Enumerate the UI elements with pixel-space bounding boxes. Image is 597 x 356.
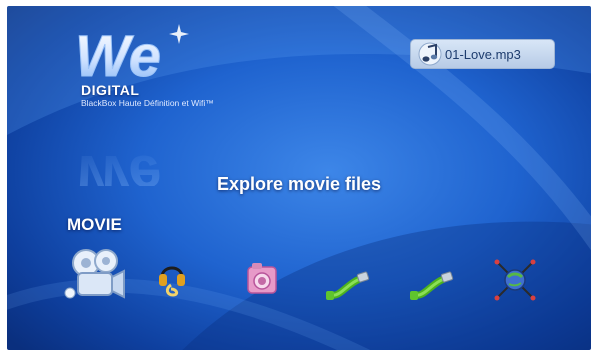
- movie-camera-icon: [64, 249, 125, 299]
- brand-name: DIGITAL: [81, 82, 140, 98]
- network-globe-icon: [494, 259, 536, 301]
- camera-icon: [247, 263, 277, 294]
- headphones-icon: [159, 266, 185, 297]
- usb-cable-icon: [326, 271, 370, 300]
- menu-item-movie[interactable]: [64, 245, 128, 307]
- sparkle-icon: [169, 24, 189, 44]
- now-playing-badge[interactable]: 01-Love.mp3: [410, 39, 555, 69]
- selected-category-label: MOVIE: [67, 215, 122, 234]
- media-player-screen: We We DIGITAL BlackBox Haute Définition …: [7, 6, 591, 350]
- menu-title: Explore movie files: [216, 174, 382, 194]
- menu-item-photo[interactable]: [245, 261, 279, 297]
- menu-item-usb-2[interactable]: [408, 269, 456, 303]
- music-note-icon: [418, 42, 442, 66]
- now-playing-filename: 01-Love.mp3: [445, 46, 521, 62]
- menu-item-usb-1[interactable]: [324, 269, 372, 303]
- usb-cable-icon: [410, 271, 454, 300]
- menu-item-music[interactable]: [157, 259, 187, 299]
- brand-tagline: BlackBox Haute Définition et Wifi™: [81, 98, 214, 108]
- menu-item-network[interactable]: [493, 258, 537, 302]
- logo-we-text: We: [75, 24, 161, 89]
